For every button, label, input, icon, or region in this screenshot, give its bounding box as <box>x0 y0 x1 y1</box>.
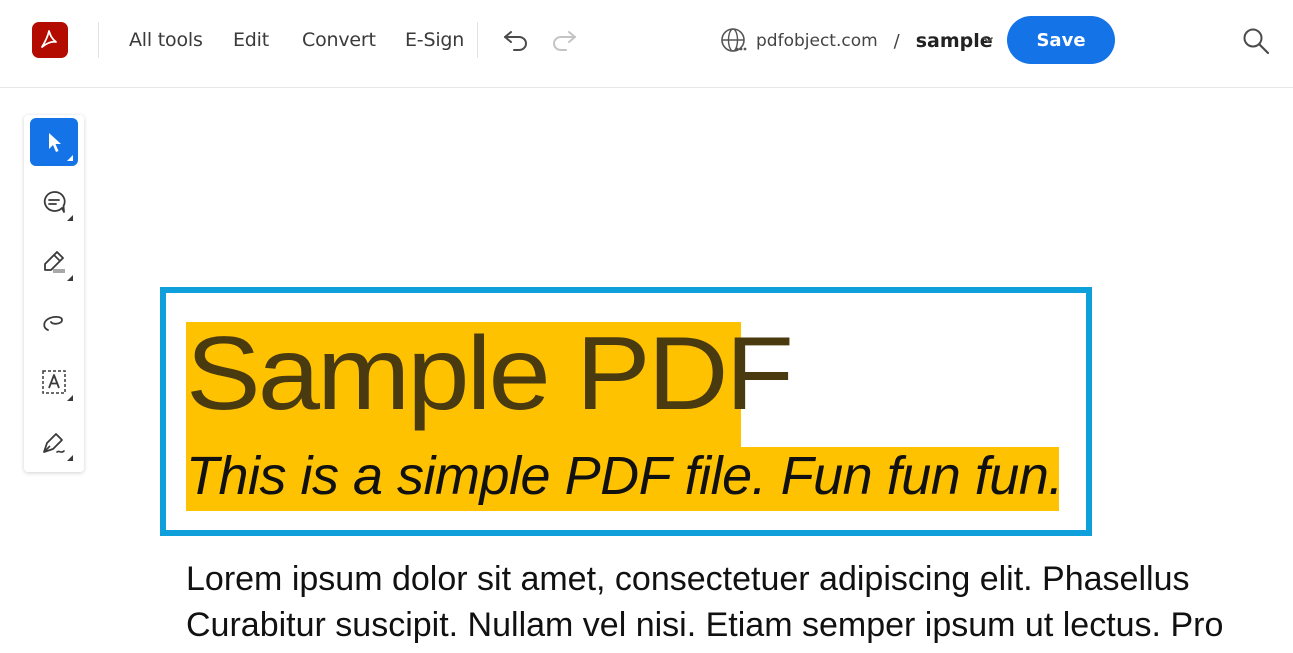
highlighter-icon <box>40 248 68 276</box>
toolbar-divider <box>98 22 99 58</box>
submenu-indicator <box>67 275 73 281</box>
submenu-indicator <box>67 395 73 401</box>
save-button[interactable]: Save <box>1007 16 1115 64</box>
menu-all-tools[interactable]: All tools <box>129 29 203 51</box>
undo-icon[interactable] <box>501 26 531 54</box>
comment-tool[interactable] <box>30 178 78 226</box>
submenu-indicator <box>67 215 73 221</box>
sign-tool[interactable] <box>30 418 78 466</box>
pen-nib-icon <box>40 428 68 456</box>
submenu-indicator <box>67 455 73 461</box>
draw-tool[interactable] <box>30 298 78 346</box>
text-tool[interactable] <box>30 358 78 406</box>
text-box-icon <box>40 368 68 396</box>
pdf-subtitle: This is a simple PDF file. Fun fun fun. <box>186 446 1063 506</box>
quick-tools-rail <box>24 115 84 472</box>
document-path: pdfobject.com / sample <box>720 27 993 55</box>
acrobat-logo-icon[interactable] <box>32 22 68 58</box>
chevron-down-icon[interactable] <box>979 31 997 49</box>
toolbar-divider <box>477 22 478 58</box>
comment-icon <box>40 188 68 216</box>
menu-esign[interactable]: E-Sign <box>405 29 464 51</box>
freehand-draw-icon <box>40 308 68 336</box>
highlight-tool[interactable] <box>30 238 78 286</box>
pdf-title: Sample PDF <box>186 315 794 432</box>
cursor-arrow-icon <box>43 130 65 154</box>
search-icon[interactable] <box>1241 26 1271 56</box>
document-domain: pdfobject.com <box>756 31 878 51</box>
path-separator: / <box>893 30 900 52</box>
pdf-body-line: Curabitur suscipit. Nullam vel nisi. Eti… <box>186 606 1224 644</box>
menu-convert[interactable]: Convert <box>302 29 376 51</box>
globe-icon <box>720 27 748 55</box>
redo-icon[interactable] <box>549 26 579 54</box>
menu-edit[interactable]: Edit <box>233 29 269 51</box>
select-tool[interactable] <box>30 118 78 166</box>
pdf-body-line: Lorem ipsum dolor sit amet, consectetuer… <box>186 560 1190 598</box>
pdf-body-text: Lorem ipsum dolor sit amet, consectetuer… <box>186 556 1293 648</box>
submenu-indicator <box>67 155 73 161</box>
top-toolbar: All tools Edit Convert E-Sign pdfobject.… <box>0 0 1293 88</box>
